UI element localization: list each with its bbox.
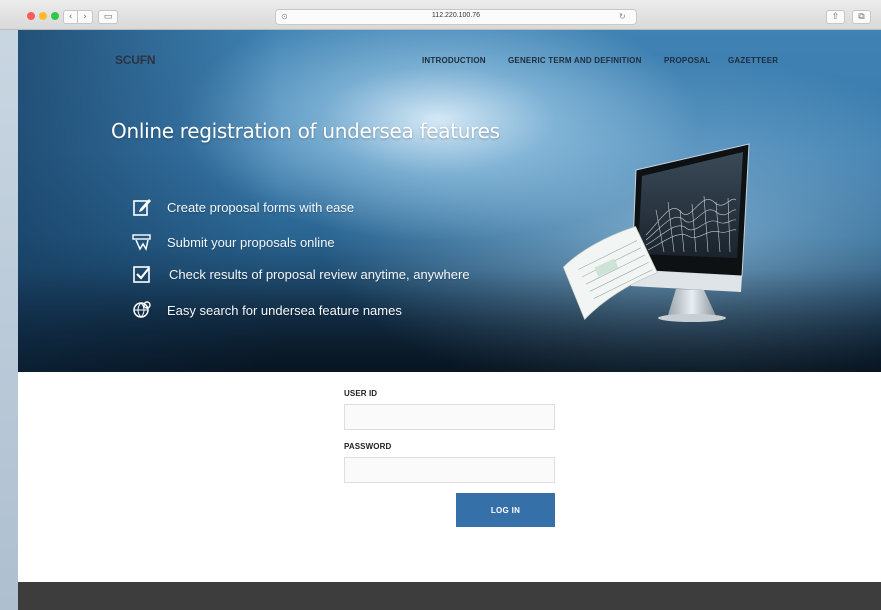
edit-form-icon <box>132 197 152 217</box>
checkbox-icon <box>132 264 152 284</box>
monitor-illustration <box>556 140 756 330</box>
site-logo[interactable]: SCUFN <box>115 53 156 67</box>
hero-headline: Online registration of undersea features <box>111 119 500 143</box>
feature-item: Easy search for undersea feature names <box>132 300 402 320</box>
globe-search-icon <box>132 300 152 320</box>
address-bar[interactable]: ⊙ 112.220.100.76 ↻ <box>275 9 637 25</box>
feature-text: Create proposal forms with ease <box>167 199 355 215</box>
password-label: PASSWORD <box>344 442 392 451</box>
password-field[interactable] <box>344 457 555 483</box>
hero-banner: SCUFN INTRODUCTION GENERIC TERM AND DEFI… <box>18 30 881 372</box>
zoom-window-button[interactable] <box>51 12 59 20</box>
feature-item: Create proposal forms with ease <box>132 197 354 217</box>
url-text[interactable]: 112.220.100.76 <box>276 12 636 19</box>
login-form: USER ID PASSWORD LOG IN <box>18 372 881 582</box>
feature-text: Check results of proposal review anytime… <box>169 266 470 282</box>
nav-gazetteer[interactable]: GAZETTEER <box>728 56 778 65</box>
user-id-field[interactable] <box>344 404 555 430</box>
submit-icon <box>132 232 152 252</box>
sidebar-icon[interactable]: ▭ <box>98 10 118 24</box>
browser-window: ‹ › ▭ ⊙ 112.220.100.76 ↻ ⇧ ⧉ SCUFN INTRO… <box>0 0 881 610</box>
feature-item: Submit your proposals online <box>132 232 335 252</box>
nav-proposal[interactable]: PROPOSAL <box>664 56 711 65</box>
close-window-button[interactable] <box>27 12 35 20</box>
nav-generic-term[interactable]: GENERIC TERM AND DEFINITION <box>508 56 642 65</box>
minimize-window-button[interactable] <box>39 12 47 20</box>
feature-item: Check results of proposal review anytime… <box>132 264 470 284</box>
back-icon[interactable]: ‹ <box>63 10 78 24</box>
tabs-icon[interactable]: ⧉ <box>852 10 871 24</box>
forward-icon[interactable]: › <box>78 10 93 24</box>
nav-introduction[interactable]: INTRODUCTION <box>422 56 486 65</box>
share-icon[interactable]: ⇧ <box>826 10 845 24</box>
page-footer <box>18 582 881 610</box>
login-button[interactable]: LOG IN <box>456 493 555 527</box>
reload-icon[interactable]: ↻ <box>619 12 629 22</box>
user-id-label: USER ID <box>344 389 378 398</box>
feature-text: Easy search for undersea feature names <box>167 302 402 318</box>
desktop-background-strip <box>0 30 18 610</box>
browser-toolbar: ‹ › ▭ ⊙ 112.220.100.76 ↻ ⇧ ⧉ <box>0 0 881 30</box>
feature-text: Submit your proposals online <box>167 234 335 250</box>
